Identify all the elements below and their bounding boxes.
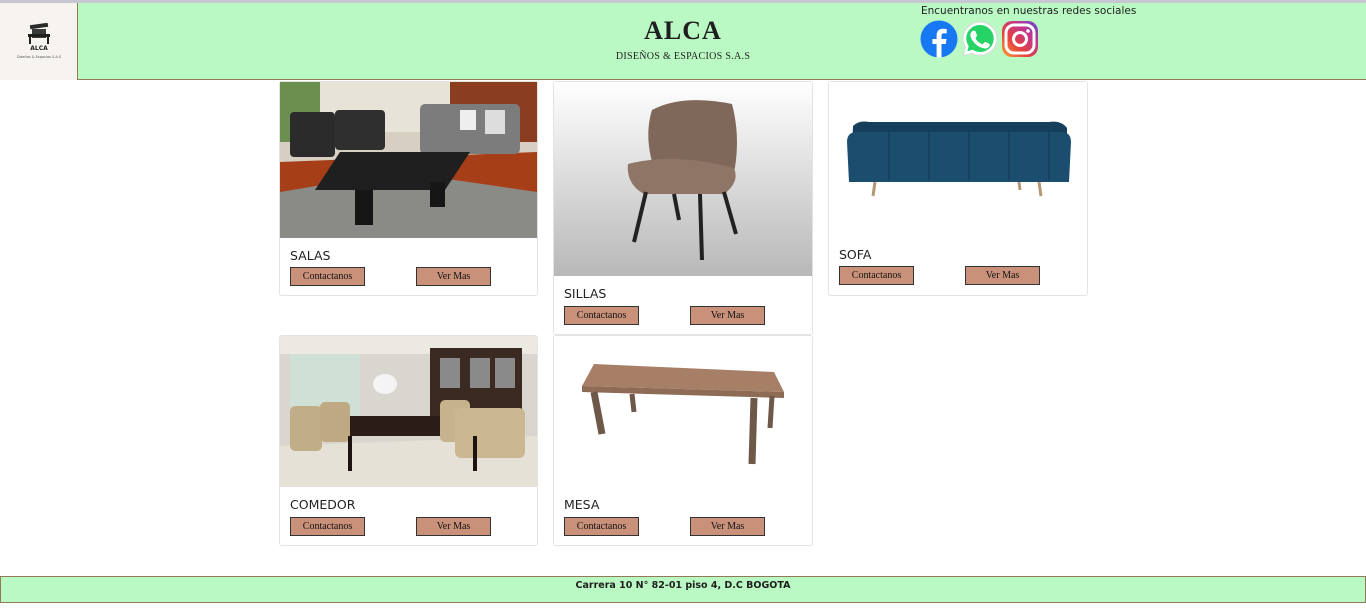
card-title: COMEDOR	[290, 497, 356, 512]
facebook-icon[interactable]	[920, 20, 958, 58]
table-image	[554, 336, 812, 487]
product-card-sillas: SILLAS Contactanos Ver Mas	[553, 81, 813, 335]
social-label: Encuentranos en nuestras redes sociales	[921, 5, 1137, 17]
card-title: MESA	[564, 497, 600, 512]
footer-address: Carrera 10 N° 82-01 piso 4, D.C BOGOTA	[575, 580, 791, 591]
logo-main-text: ALCA	[30, 45, 48, 52]
sofa-image	[829, 82, 1087, 238]
instagram-icon[interactable]	[1001, 20, 1039, 58]
contact-button[interactable]: Contactanos	[290, 517, 365, 536]
card-title: SALAS	[290, 248, 331, 263]
site-subtitle: DISEÑOS & ESPACIOS S.A.S	[615, 51, 751, 62]
contact-button[interactable]: Contactanos	[564, 306, 639, 325]
chair-image	[554, 82, 812, 276]
contact-button[interactable]: Contactanos	[839, 266, 914, 285]
contact-button[interactable]: Contactanos	[290, 267, 365, 286]
card-title: SILLAS	[564, 286, 607, 301]
product-card-sofa: SOFA Contactanos Ver Mas	[828, 81, 1088, 296]
see-more-button[interactable]: Ver Mas	[416, 517, 491, 536]
logo[interactable]: ALCA Diseños & Espacios S.A.S	[0, 3, 78, 80]
site-title: ALCA	[644, 16, 722, 45]
living-room-image	[280, 82, 537, 238]
whatsapp-icon[interactable]	[961, 20, 999, 58]
site-footer: Carrera 10 N° 82-01 piso 4, D.C BOGOTA	[0, 576, 1366, 603]
card-title: SOFA	[839, 247, 872, 262]
dining-room-image	[280, 336, 537, 487]
see-more-button[interactable]: Ver Mas	[416, 267, 491, 286]
product-card-mesa: MESA Contactanos Ver Mas	[553, 335, 813, 546]
product-card-comedor: COMEDOR Contactanos Ver Mas	[279, 335, 538, 546]
see-more-button[interactable]: Ver Mas	[965, 266, 1040, 285]
contact-button[interactable]: Contactanos	[564, 517, 639, 536]
logo-sub-text: Diseños & Espacios S.A.S	[16, 55, 62, 59]
site-header: ALCA Diseños & Espacios S.A.S ALCA DISEÑ…	[0, 3, 1366, 80]
see-more-button[interactable]: Ver Mas	[690, 517, 765, 536]
see-more-button[interactable]: Ver Mas	[690, 306, 765, 325]
product-card-salas: SALAS Contactanos Ver Mas	[279, 81, 538, 296]
chair-logo-icon	[28, 23, 50, 44]
